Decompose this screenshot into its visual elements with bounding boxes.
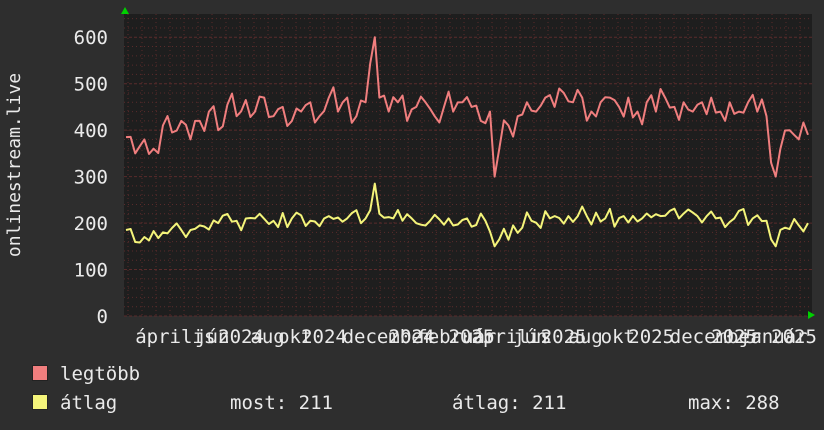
x-tick-label: 2025 <box>771 326 817 348</box>
x-tick-label: 2024 <box>301 326 347 348</box>
y-axis-arrow-icon <box>121 7 129 14</box>
x-axis: áprilisjún2024augokt2024december2024febr… <box>135 326 817 348</box>
y-tick-label: 600 <box>74 27 108 49</box>
y-axis: 0 100 200 300 400 500 600 <box>74 27 108 328</box>
y-tick-label: 0 <box>97 306 108 328</box>
stat-atlag: átlag: 211 <box>452 392 567 414</box>
y-tick-label: 300 <box>74 167 108 189</box>
x-tick-label: 2025 <box>628 326 674 348</box>
y-tick-label: 400 <box>74 120 108 142</box>
plot-area <box>124 14 812 316</box>
y-axis-label: onlinestream.live <box>4 73 25 257</box>
x-tick-label: aug <box>568 326 602 348</box>
legend-item-atlag: átlag <box>32 392 117 414</box>
legend-label-legtobb: legtöbb <box>60 363 141 385</box>
y-tick-label: 500 <box>74 74 108 96</box>
legtobb-swatch <box>32 365 48 381</box>
atlag-swatch <box>32 394 48 410</box>
stat-most: most: 211 <box>230 392 333 414</box>
y-tick-label: 100 <box>74 260 108 282</box>
legend-item-legtobb: legtöbb <box>32 363 140 385</box>
y-tick-label: 200 <box>74 213 108 235</box>
stat-max: max: 288 <box>688 392 780 414</box>
legend-label-atlag: átlag <box>60 392 118 414</box>
